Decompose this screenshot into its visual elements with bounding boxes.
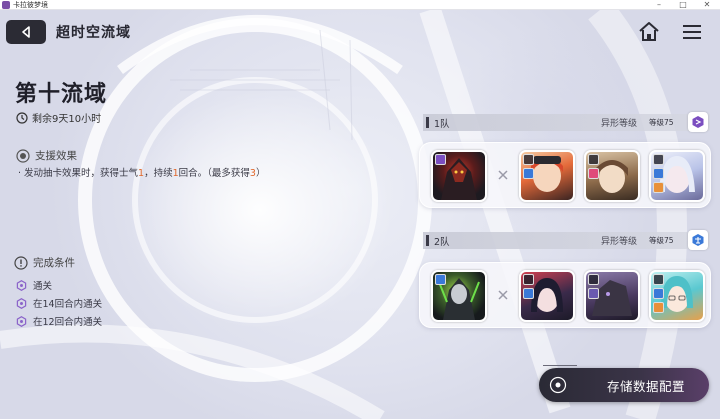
- support-icon: [16, 148, 30, 163]
- region-name: 第十流域: [15, 82, 108, 107]
- condition-item: 在12回合内通关: [16, 314, 102, 328]
- alert-icon: [14, 255, 28, 270]
- hexagon-icon: [16, 315, 27, 327]
- support-effect-title: 支援效果: [35, 150, 77, 162]
- class-tag: [523, 168, 534, 179]
- page-title: 超时空流域: [56, 25, 131, 41]
- team-2-member-3-portrait[interactable]: [649, 270, 705, 322]
- team-2-level: 等级75: [649, 236, 674, 245]
- save-config-label: 存储数据配置: [607, 378, 686, 394]
- minimize-button[interactable]: –: [650, 0, 668, 9]
- back-arrow-icon: [22, 26, 30, 38]
- team-2-card[interactable]: [419, 262, 711, 328]
- cross-icon: [498, 290, 508, 300]
- element-tag: [588, 154, 599, 165]
- team-1-member-3-portrait[interactable]: [649, 150, 705, 202]
- close-button[interactable]: ✕: [698, 0, 716, 9]
- team-2-boss-portrait[interactable]: [431, 270, 487, 322]
- time-remaining: 剩余9天10小时: [16, 110, 101, 125]
- team-1-level: 等级75: [649, 118, 674, 127]
- team-1-type-badge[interactable]: [688, 112, 708, 132]
- class-tag: [653, 288, 664, 299]
- window-titlebar: 卡拉彼梦境 – □ ✕: [0, 0, 720, 10]
- team-2-member-2-portrait[interactable]: [584, 270, 640, 322]
- home-icon: [639, 22, 659, 41]
- button-ornament: [543, 365, 577, 368]
- menu-button[interactable]: [681, 22, 703, 42]
- team-2-name: 2队: [434, 236, 450, 248]
- back-button[interactable]: [6, 20, 46, 44]
- maximize-button[interactable]: □: [674, 0, 692, 9]
- time-remaining-text: 剩余9天10小时: [32, 114, 102, 125]
- app-icon: [2, 0, 10, 9]
- team-1-member-1-portrait[interactable]: [519, 150, 575, 202]
- support-effect-header: 支援效果: [16, 148, 77, 163]
- cross-icon: [498, 170, 508, 180]
- conditions-header: 完成条件: [14, 255, 75, 270]
- record-icon: [549, 376, 567, 394]
- team-1-member-2-portrait[interactable]: [584, 150, 640, 202]
- header-bar: [426, 235, 429, 246]
- header-bar: [426, 117, 429, 128]
- crystal-type-icon: [692, 116, 704, 128]
- team-2-member-1-portrait[interactable]: [519, 270, 575, 322]
- class-tag: [523, 288, 534, 299]
- hexagon-icon: [16, 297, 27, 309]
- element-tag: [435, 274, 446, 285]
- condition-item: 通关: [16, 278, 52, 292]
- team-1-rank-label: 异形等级: [601, 119, 638, 129]
- element-tag: [523, 274, 534, 285]
- background-scene: [0, 10, 720, 419]
- role-tag: [653, 182, 664, 193]
- window-title: 卡拉彼梦境: [13, 0, 48, 9]
- team-2-rank-label: 异形等级: [601, 237, 638, 247]
- condition-item: 在14回合内通关: [16, 296, 102, 310]
- menu-icon: [683, 25, 701, 39]
- hexagon-icon: [16, 279, 27, 291]
- role-tag: [653, 302, 664, 313]
- team-1-card[interactable]: [419, 142, 711, 208]
- save-config-button[interactable]: 存储数据配置: [539, 365, 709, 402]
- element-tag: [653, 154, 664, 165]
- team-1-header: 1队 异形等级 等级75: [423, 112, 710, 132]
- class-tag: [653, 168, 664, 179]
- conditions-title: 完成条件: [33, 257, 75, 269]
- balance-type-icon: [692, 234, 704, 246]
- element-tag: [523, 154, 534, 165]
- class-tag: [588, 288, 599, 299]
- support-effect-description: · 发动抽卡效果时，获得士气1，持续1回合。（最多获得3）: [18, 168, 266, 179]
- team-1-name: 1队: [434, 118, 450, 130]
- team-1-boss-portrait[interactable]: [431, 150, 487, 202]
- element-tag: [435, 154, 446, 165]
- team-2-header: 2队 异形等级 等级75: [423, 230, 710, 250]
- home-button[interactable]: [637, 20, 661, 44]
- clock-icon: [16, 111, 28, 124]
- element-tag: [588, 274, 599, 285]
- class-tag: [588, 168, 599, 179]
- team-2-type-badge[interactable]: [688, 230, 708, 250]
- element-tag: [653, 274, 664, 285]
